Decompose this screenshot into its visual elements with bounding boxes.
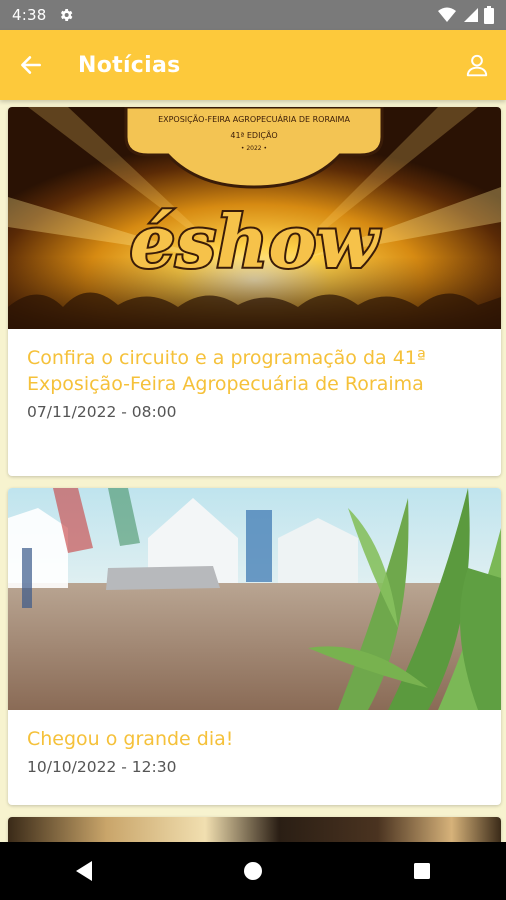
news-image: EXPOSIÇÃO-FEIRA AGROPECUÁRIA DE RORAIMA …: [8, 107, 501, 329]
news-list[interactable]: EXPOSIÇÃO-FEIRA AGROPECUÁRIA DE RORAIMA …: [0, 100, 506, 842]
news-card[interactable]: [8, 817, 501, 842]
svg-text:41ª EDIÇÃO: 41ª EDIÇÃO: [230, 130, 277, 140]
recents-square-icon: [413, 863, 430, 879]
news-title: Chegou o grande dia!: [27, 728, 234, 750]
svg-text:EXPOSIÇÃO-FEIRA AGROPECUÁRIA D: EXPOSIÇÃO-FEIRA AGROPECUÁRIA DE RORAIMA: [158, 113, 350, 124]
home-circle-icon: [243, 862, 262, 880]
gear-icon: [61, 9, 73, 21]
news-date: 10/10/2022 - 12:30: [27, 758, 177, 776]
back-arrow-icon[interactable]: [18, 52, 44, 78]
app-bar: Notícias: [0, 30, 506, 100]
fairground-image: [8, 488, 501, 710]
signal-icon: [464, 8, 478, 22]
news-card[interactable]: Chegou o grande dia! 10/10/2022 - 12:30: [8, 488, 501, 805]
concert-image: EXPOSIÇÃO-FEIRA AGROPECUÁRIA DE RORAIMA …: [8, 107, 501, 329]
status-time: 4:38: [12, 6, 47, 24]
navigation-bar: [0, 842, 506, 900]
news-image: [8, 488, 501, 710]
wifi-icon: [438, 7, 456, 22]
svg-text:éshow: éshow: [130, 199, 382, 284]
news-date: 07/11/2022 - 08:00: [27, 403, 177, 421]
back-triangle-icon: [76, 861, 93, 881]
news-card[interactable]: EXPOSIÇÃO-FEIRA AGROPECUÁRIA DE RORAIMA …: [8, 107, 501, 476]
battery-icon: [484, 6, 494, 24]
news-image: [8, 817, 501, 842]
profile-icon[interactable]: [464, 52, 490, 78]
news-title: Confira o circuito e a programação da 41…: [27, 347, 426, 395]
svg-text:• 2022 •: • 2022 •: [241, 145, 267, 152]
nav-recents-button[interactable]: [402, 851, 442, 891]
page-title: Notícias: [78, 52, 181, 78]
status-bar: 4:38: [0, 0, 506, 30]
nav-back-button[interactable]: [64, 851, 104, 891]
nav-home-button[interactable]: [233, 851, 273, 891]
